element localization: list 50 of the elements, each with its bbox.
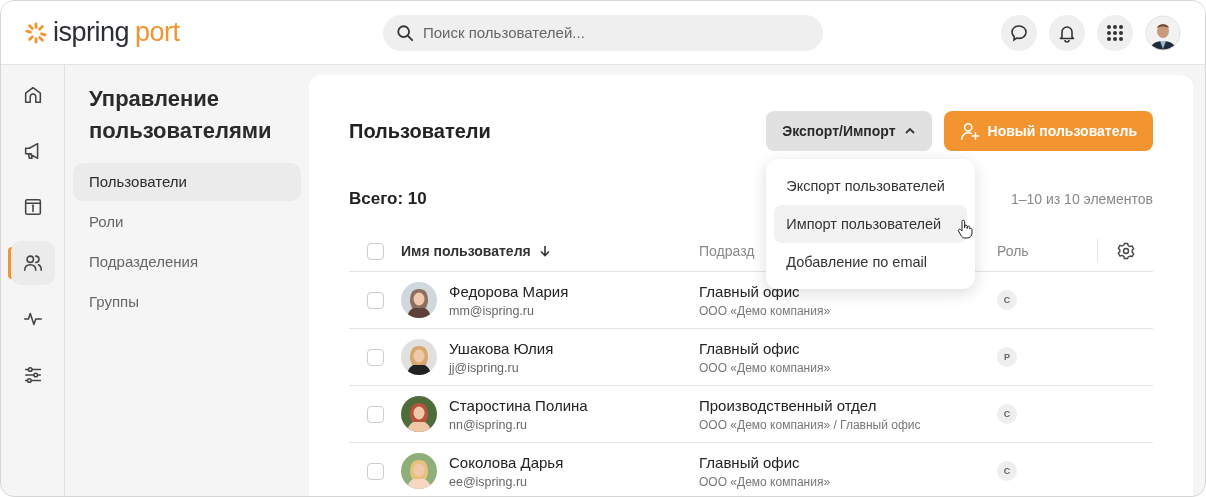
row-checkbox[interactable]	[366, 348, 384, 366]
section-title: Управление пользователями	[89, 85, 273, 145]
menu-item[interactable]: Добавление по email	[774, 243, 968, 281]
department-path: ООО «Демо компания» / Главный офис	[699, 417, 922, 432]
department-path: ООО «Демо компания»	[699, 474, 832, 489]
logo-icon	[25, 21, 47, 44]
pagination-range: 1–10 из 10 элементов	[1010, 191, 1153, 207]
user-email: ee@ispring.ru	[449, 474, 528, 489]
column-header[interactable]: Роль	[997, 243, 1029, 259]
column-header[interactable]: Имя пользователя	[401, 243, 531, 259]
department-name: Главный офис	[699, 282, 801, 300]
sidebar-item[interactable]: Роли	[73, 203, 301, 241]
page-title: Пользователи	[349, 119, 491, 143]
role-badge: С	[997, 404, 1017, 424]
add-user-icon	[959, 121, 980, 141]
sidebar-item[interactable]: Пользователи	[73, 163, 301, 201]
select-all-checkbox[interactable]	[366, 242, 384, 260]
chat-icon[interactable]	[1001, 14, 1037, 51]
logo-text: ispring port	[53, 17, 180, 48]
row-checkbox[interactable]	[366, 291, 384, 309]
user-email: jj@ispring.ru	[449, 360, 520, 375]
user-name[interactable]: Федорова Мария	[449, 282, 569, 300]
search-field[interactable]: Поиск пользователей...	[383, 14, 823, 51]
role-badge: С	[997, 461, 1017, 481]
row-checkbox[interactable]	[366, 462, 384, 480]
sidebar-item[interactable]: Подразделения	[73, 243, 301, 281]
user-email: nn@ispring.ru	[449, 417, 528, 432]
sidebar-item[interactable]: Группы	[73, 283, 301, 321]
department-name: Главный офис	[699, 453, 801, 471]
column-header[interactable]: Подразд	[699, 243, 755, 259]
user-name[interactable]: Старостина Полина	[449, 396, 588, 414]
apps-grid-icon[interactable]	[1097, 14, 1133, 51]
department-name: Производственный отдел	[699, 396, 878, 414]
user-name[interactable]: Ушакова Юлия	[449, 339, 554, 357]
settings-icon[interactable]	[1115, 241, 1136, 261]
menu-item[interactable]: Экспорт пользователей	[774, 167, 968, 205]
department-path: ООО «Демо компания»	[699, 360, 832, 375]
search-icon	[396, 23, 414, 42]
bell-icon[interactable]	[1049, 14, 1085, 51]
export-import-button[interactable]: Экспорт/Импорт	[766, 111, 932, 151]
sort-arrow-icon[interactable]	[538, 245, 551, 257]
user-name[interactable]: Соколова Дарья	[449, 453, 564, 471]
role-badge: Р	[997, 347, 1017, 367]
users-icon[interactable]	[10, 241, 55, 285]
user-email: mm@ispring.ru	[449, 303, 535, 318]
department-path: ООО «Демо компания»	[699, 303, 832, 318]
role-badge: С	[997, 290, 1017, 310]
department-name: Главный офис	[699, 339, 801, 357]
total-count: Всего: 10	[349, 189, 427, 209]
row-checkbox[interactable]	[366, 405, 384, 423]
